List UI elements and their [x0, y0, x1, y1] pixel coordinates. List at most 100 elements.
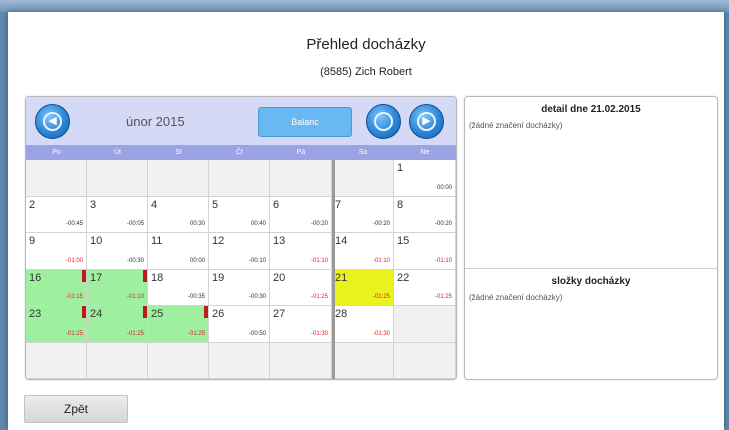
calendar-day-cell[interactable]: 21 -01:25 [332, 269, 394, 306]
day-number: 16 [29, 271, 42, 284]
day-balance: -01:10 [310, 257, 328, 264]
calendar-day-cell[interactable]: 28 -01:30 [332, 306, 394, 343]
day-balance: -00:20 [434, 221, 452, 227]
day-balance: -01:25 [65, 330, 83, 337]
weekend-separator [332, 160, 335, 379]
day-number: 23 [29, 308, 42, 320]
day-number: 18 [151, 271, 164, 284]
weekday-header-row: Po Út St Čt Pá So Ne [26, 145, 456, 160]
calendar-day-cell[interactable]: 2 -00:45 [26, 196, 87, 233]
circle-icon [374, 112, 393, 131]
calendar-day-cell[interactable]: 18 -00:35 [148, 269, 209, 306]
calendar-empty-cell [270, 342, 332, 379]
detail-text: (žádné značení docházky) [469, 121, 563, 130]
day-balance: 00:30 [189, 221, 205, 227]
calendar-day-cell[interactable]: 6 -00:20 [270, 196, 332, 233]
calendar-day-cell[interactable]: 4 00:30 [148, 196, 209, 233]
employee-subtitle: (8585) Zich Robert [320, 66, 412, 78]
calendar-empty-cell [87, 342, 148, 379]
weekday-label: Ne [420, 149, 430, 156]
calendar-day-cell[interactable]: 25 -01:25 [148, 306, 209, 343]
day-number: 7 [335, 198, 342, 211]
calendar-day-cell[interactable]: 15 -01:10 [394, 233, 456, 270]
day-number: 19 [212, 271, 225, 284]
weekday-label: St [175, 149, 182, 156]
calendar-day-cell[interactable]: 10 -00:30 [87, 233, 148, 270]
day-balance: 00:00 [189, 257, 205, 264]
day-balance: -00:30 [248, 294, 266, 300]
next-month-button[interactable]: ▶ [409, 104, 444, 139]
calendar-day-cell[interactable]: 7 -00:20 [332, 196, 394, 233]
day-number: 28 [335, 308, 348, 320]
calendar-empty-cell [148, 342, 209, 379]
calendar-day-cell[interactable]: 16 -01:15 [26, 269, 87, 306]
calendar-grid: 1 00:00 2 -00:45 3 -00:05 4 00:30 5 00:40 6 -00:20 7… [26, 160, 456, 379]
calendar-day-cell[interactable]: 14 -01:10 [332, 233, 394, 270]
day-number: 21 [335, 271, 348, 284]
weekday-label: So [358, 149, 368, 156]
calendar-empty-cell [209, 342, 270, 379]
day-number: 17 [90, 271, 103, 284]
month-label: únor 2015 [126, 114, 185, 129]
weekday-label: Po [52, 149, 61, 156]
calendar-day-cell[interactable]: 13 -01:10 [270, 233, 332, 270]
calendar-day-cell[interactable]: 3 -00:05 [87, 196, 148, 233]
calendar-day-cell[interactable]: 17 -01:10 [87, 269, 148, 306]
day-balance: -00:45 [65, 221, 83, 227]
calendar-empty-cell [209, 160, 270, 197]
calendar-day-cell[interactable]: 20 -01:25 [270, 269, 332, 306]
calendar-empty-cell [26, 342, 87, 379]
calendar-empty-cell [332, 160, 394, 197]
day-balance: -01:30 [372, 330, 390, 337]
attendance-marker [204, 306, 208, 318]
calendar-day-cell[interactable]: 9 -01:00 [26, 233, 87, 270]
calendar-day-cell[interactable]: 23 -01:25 [26, 306, 87, 343]
day-number: 15 [397, 235, 410, 247]
calendar-day-cell[interactable]: 5 00:40 [209, 196, 270, 233]
calendar-day-cell[interactable]: 19 -00:30 [209, 269, 270, 306]
calendar-day-cell[interactable]: 22 -01:25 [394, 269, 456, 306]
day-balance: -00:10 [248, 257, 266, 264]
window-top-bar [0, 0, 729, 12]
day-number: 5 [212, 198, 219, 211]
page-title: Přehled docházky [306, 36, 426, 53]
day-number: 6 [273, 198, 280, 211]
back-button[interactable]: Zpět [24, 395, 128, 423]
day-number: 22 [397, 271, 410, 284]
folders-title: složky docházky [551, 276, 631, 287]
calendar-day-cell[interactable]: 8 -00:20 [394, 196, 456, 233]
folders-text: (žádné značení docházky) [469, 293, 563, 302]
day-balance: -00:20 [310, 221, 328, 227]
attendance-window: Přehled docházky (8585) Zich Robert ◀ ún… [8, 12, 724, 430]
calendar-empty-cell [148, 160, 209, 197]
day-balance: -01:25 [372, 294, 390, 300]
balanc-button[interactable]: Balanc [258, 107, 352, 137]
weekday-label: Čt [236, 149, 243, 156]
day-balance: -01:25 [126, 330, 144, 337]
day-balance: 00:40 [250, 221, 266, 227]
detail-title: detail dne 21.02.2015 [541, 104, 641, 115]
day-balance: 00:00 [436, 184, 452, 191]
current-month-button[interactable] [366, 104, 401, 139]
day-balance: -00:30 [126, 257, 144, 264]
day-number: 13 [273, 235, 286, 247]
day-number: 1 [397, 162, 404, 174]
detail-panel: detail dne 21.02.2015 (žádné značení doc… [464, 96, 718, 380]
weekday-label: Pá [296, 149, 306, 156]
day-number: 10 [90, 235, 103, 247]
day-number: 4 [151, 198, 158, 211]
prev-month-button[interactable]: ◀ [35, 104, 70, 139]
day-balance: -00:20 [372, 221, 390, 227]
day-balance: -01:25 [434, 294, 452, 300]
day-balance: -00:05 [126, 221, 144, 227]
day-number: 25 [151, 308, 164, 320]
calendar-day-cell[interactable]: 27 -01:30 [270, 306, 332, 343]
calendar-day-cell[interactable]: 26 -00:50 [209, 306, 270, 343]
calendar-panel: ◀ únor 2015 Balanc ▶ Po Út St Čt Pá So Ne 1 00:… [25, 96, 457, 380]
calendar-day-cell[interactable]: 1 00:00 [394, 160, 456, 197]
day-number: 24 [90, 308, 103, 320]
calendar-day-cell[interactable]: 12 -00:10 [209, 233, 270, 270]
attendance-marker [143, 269, 147, 282]
calendar-day-cell[interactable]: 24 -01:25 [87, 306, 148, 343]
calendar-day-cell[interactable]: 11 00:00 [148, 233, 209, 270]
